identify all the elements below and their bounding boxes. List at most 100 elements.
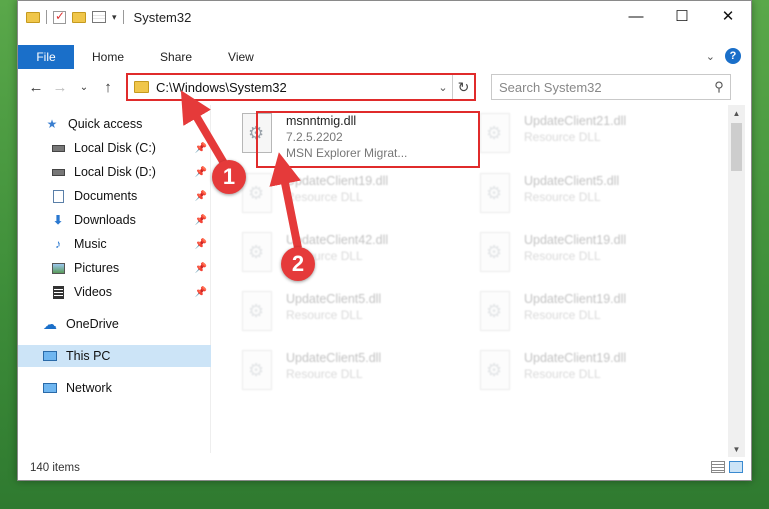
- file-name: UpdateClient19.dll: [286, 174, 389, 188]
- search-placeholder: Search System32: [499, 79, 602, 95]
- help-icon[interactable]: ?: [725, 48, 741, 64]
- search-icon[interactable]: ⚲: [708, 79, 730, 95]
- recent-locations-chevron-icon[interactable]: ⌄: [72, 75, 96, 99]
- sidebar-item-label: Local Disk (C:): [74, 141, 156, 155]
- music-icon: ♪: [55, 237, 61, 251]
- pin-icon[interactable]: 📌: [195, 191, 207, 202]
- dll-file-icon: ⚙: [240, 350, 276, 396]
- sidebar-item-downloads[interactable]: ⬇ Downloads 📌: [18, 209, 211, 231]
- file-name: UpdateClient19.dll: [524, 292, 627, 306]
- file-name: UpdateClient19.dll: [524, 233, 627, 247]
- dll-file-icon: ⚙: [240, 232, 276, 278]
- file-type: Resource DLL: [524, 308, 601, 322]
- sidebar-item-label: Pictures: [74, 261, 120, 275]
- sidebar-item-label: Videos: [74, 285, 112, 299]
- scroll-up-arrow-icon[interactable]: ▲: [728, 105, 745, 121]
- forward-button[interactable]: →: [48, 75, 72, 99]
- sidebar-item-music[interactable]: ♪ Music 📌: [18, 233, 211, 255]
- minimize-button[interactable]: —: [613, 1, 659, 31]
- file-type: Resource DLL: [286, 367, 363, 381]
- file-type: Resource DLL: [524, 130, 601, 144]
- file-type: Resource DLL: [524, 367, 601, 381]
- pin-icon[interactable]: 📌: [195, 215, 207, 226]
- properties-check-icon[interactable]: [53, 9, 66, 24]
- dll-file-icon: ⚙: [478, 350, 514, 396]
- list-item[interactable]: ⚙ UpdateClient5.dll Resource DLL: [240, 291, 465, 345]
- close-button[interactable]: ✕: [705, 1, 751, 31]
- pin-icon[interactable]: 📌: [195, 263, 207, 274]
- network-icon: [42, 381, 58, 395]
- sidebar-item-local-disk-c[interactable]: Local Disk (C:) 📌: [18, 137, 211, 159]
- documents-icon: [50, 189, 66, 203]
- tab-home[interactable]: Home: [74, 45, 142, 69]
- videos-icon: [50, 285, 66, 299]
- file-name: UpdateClient5.dll: [286, 292, 382, 306]
- title-bar: ▾ System32 — ☐ ✕: [18, 1, 751, 33]
- pin-icon[interactable]: 📌: [195, 239, 207, 250]
- drive-icon: [50, 141, 66, 155]
- quick-access-toolbar: ▾: [18, 9, 124, 24]
- tab-share[interactable]: Share: [142, 45, 210, 69]
- pin-icon[interactable]: 📌: [195, 143, 207, 154]
- list-item[interactable]: ⚙ UpdateClient19.dll Resource DLL: [478, 291, 703, 345]
- step-1-badge: 1: [212, 160, 246, 194]
- folder-icon: [134, 81, 149, 93]
- list-item[interactable]: ⚙ UpdateClient19.dll Resource DLL: [478, 350, 703, 404]
- file-name: UpdateClient21.dll: [524, 114, 627, 128]
- sidebar-item-documents[interactable]: Documents 📌: [18, 185, 211, 207]
- list-item[interactable]: ⚙ UpdateClient21.dll Resource DLL: [478, 113, 703, 167]
- navigation-bar: ← → ⌄ ↑ C:\Windows\System32 ⌄ ↻ Search S…: [18, 71, 751, 103]
- window-title: System32: [133, 9, 192, 25]
- dll-file-icon: ⚙: [478, 113, 514, 159]
- address-history-chevron-icon[interactable]: ⌄: [434, 81, 452, 94]
- sidebar-item-label: OneDrive: [66, 317, 119, 331]
- address-bar[interactable]: C:\Windows\System32 ⌄ ↻: [126, 73, 476, 101]
- tab-file[interactable]: File: [18, 45, 74, 69]
- sidebar-item-quick-access[interactable]: ★ Quick access: [18, 113, 211, 135]
- list-item[interactable]: ⚙ UpdateClient19.dll Resource DLL: [240, 173, 465, 227]
- scroll-down-arrow-icon[interactable]: ▼: [728, 441, 745, 457]
- cloud-icon: ☁: [43, 315, 57, 332]
- sidebar-item-pictures[interactable]: Pictures 📌: [18, 257, 211, 279]
- search-input[interactable]: Search System32 ⚲: [491, 74, 731, 100]
- sidebar-item-videos[interactable]: Videos 📌: [18, 281, 211, 303]
- tab-view[interactable]: View: [210, 45, 272, 69]
- divider: [122, 10, 124, 24]
- list-item[interactable]: ⚙ UpdateClient5.dll Resource DLL: [478, 173, 703, 227]
- sidebar-item-label: Downloads: [74, 213, 136, 227]
- sidebar-item-this-pc[interactable]: This PC: [18, 345, 211, 367]
- sidebar-item-onedrive[interactable]: ☁ OneDrive: [18, 313, 211, 335]
- customize-toolbar-chevron-icon[interactable]: ▾: [112, 12, 117, 23]
- sidebar-item-label: Network: [66, 381, 112, 395]
- address-path[interactable]: C:\Windows\System32: [156, 80, 434, 95]
- file-type: Resource DLL: [286, 308, 363, 322]
- dll-file-icon: ⚙: [240, 291, 276, 337]
- divider: [46, 10, 47, 24]
- back-button[interactable]: ←: [24, 75, 48, 99]
- vertical-scrollbar[interactable]: ▲ ▼: [728, 105, 745, 457]
- maximize-button[interactable]: ☐: [659, 1, 705, 31]
- list-item[interactable]: ⚙ UpdateClient19.dll Resource DLL: [478, 232, 703, 286]
- file-highlight-box: [256, 111, 480, 168]
- download-icon: ⬇: [52, 213, 64, 227]
- refresh-icon[interactable]: ↻: [452, 75, 474, 99]
- list-item[interactable]: ⚙ UpdateClient5.dll Resource DLL: [240, 350, 465, 404]
- properties-icon[interactable]: [92, 11, 106, 23]
- large-icons-view-icon[interactable]: [729, 461, 743, 473]
- sidebar-item-label: This PC: [66, 349, 111, 363]
- expand-ribbon-chevron-icon[interactable]: ⌄: [706, 50, 715, 63]
- scrollbar-thumb[interactable]: [731, 123, 742, 171]
- dll-file-icon: ⚙: [478, 232, 514, 278]
- pin-icon[interactable]: 📌: [195, 287, 207, 298]
- navigation-pane: ★ Quick access Local Disk (C:) 📌 Local D…: [18, 105, 211, 453]
- file-type: Resource DLL: [524, 249, 601, 263]
- details-view-icon[interactable]: [711, 461, 725, 473]
- sidebar-item-network[interactable]: Network: [18, 377, 211, 399]
- item-count: 140 items: [30, 462, 80, 474]
- new-folder-icon[interactable]: [72, 11, 86, 23]
- up-button[interactable]: ↑: [96, 75, 120, 99]
- pin-icon[interactable]: 📌: [195, 167, 207, 178]
- sidebar-item-local-disk-d[interactable]: Local Disk (D:) 📌: [18, 161, 211, 183]
- star-icon: ★: [46, 117, 58, 131]
- list-item[interactable]: ⚙ UpdateClient42.dll Resource DLL: [240, 232, 465, 286]
